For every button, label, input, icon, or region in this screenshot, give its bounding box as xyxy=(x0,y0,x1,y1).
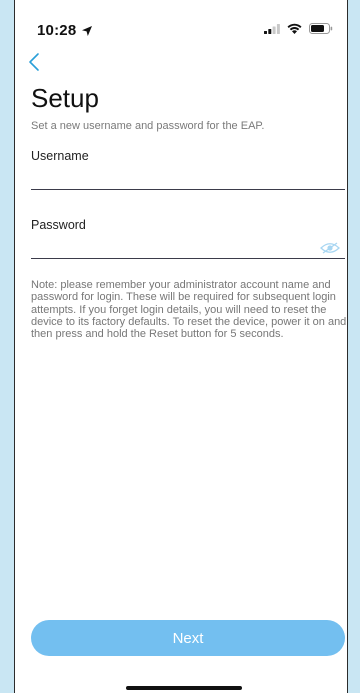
home-indicator xyxy=(126,686,242,690)
page-title: Setup xyxy=(31,83,99,113)
password-visibility-toggle[interactable] xyxy=(320,241,340,254)
status-time: 10:28 xyxy=(37,22,93,39)
battery-icon xyxy=(309,23,333,34)
wifi-icon xyxy=(287,23,302,34)
password-input[interactable] xyxy=(31,235,345,259)
location-arrow-icon xyxy=(81,25,93,37)
back-button[interactable] xyxy=(27,52,47,76)
chevron-left-icon xyxy=(29,53,39,71)
next-button[interactable]: Next xyxy=(31,620,345,656)
page-subtitle: Set a new username and password for the … xyxy=(31,120,265,132)
phone-screen: 10:28 Setup Set a new username and passw… xyxy=(14,0,348,693)
status-icons xyxy=(264,23,333,34)
note-text: Note: please remember your administrator… xyxy=(31,279,347,341)
password-label: Password xyxy=(31,218,86,232)
status-time-text: 10:28 xyxy=(37,22,77,39)
username-label: Username xyxy=(31,149,89,163)
eye-icon xyxy=(320,242,340,254)
username-input[interactable] xyxy=(31,166,345,190)
status-bar: 10:28 xyxy=(15,0,347,44)
signal-icon xyxy=(264,23,280,34)
